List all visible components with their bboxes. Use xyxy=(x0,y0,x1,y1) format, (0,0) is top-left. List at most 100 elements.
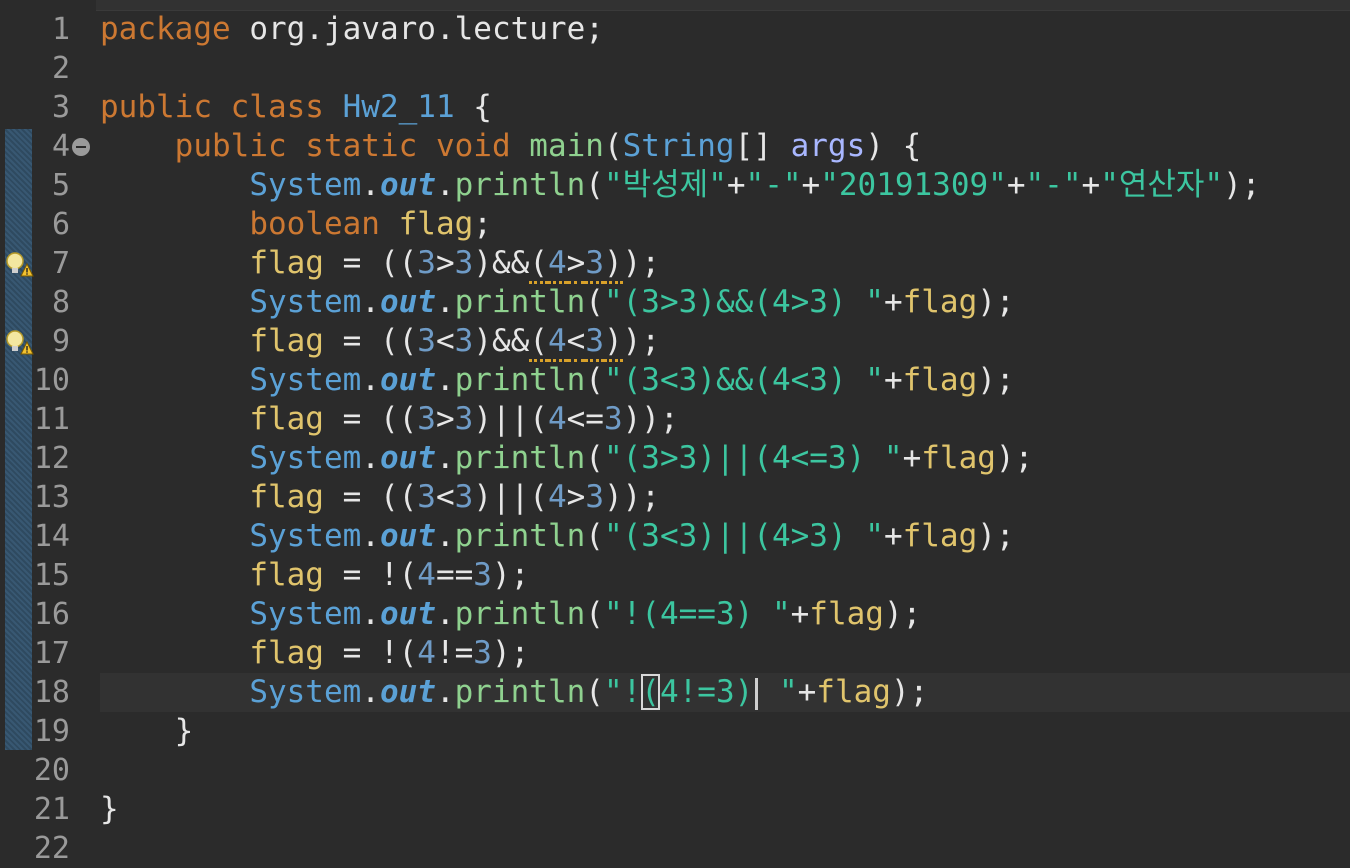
line-number: 12 xyxy=(33,441,70,476)
code-line[interactable]: 13 flag = ((3<3)||(4>3)); xyxy=(0,478,1350,517)
code-token: ( xyxy=(529,245,548,284)
warning-lightbulb-icon[interactable] xyxy=(4,250,34,278)
code-token: . xyxy=(435,596,455,632)
code-text[interactable]: boolean flag; xyxy=(100,205,492,244)
code-line[interactable]: 2 xyxy=(0,49,1350,88)
code-token: main xyxy=(529,128,604,164)
code-editor[interactable]: 1 package org.javaro.lecture; 2 3 public cla… xyxy=(0,0,1350,866)
code-token: flag xyxy=(398,206,474,242)
code-text[interactable]: flag = ((3>3)&&(4>3)); xyxy=(100,244,660,284)
code-token: )&& xyxy=(473,323,530,359)
code-token: ( xyxy=(585,518,604,554)
code-line[interactable]: 5 System.out.println("박성제"+"-"+"20191309… xyxy=(0,166,1350,205)
code-line[interactable]: 17 flag = !(4!=3); xyxy=(0,634,1350,673)
code-text[interactable]: flag = ((3>3)||(4<=3)); xyxy=(100,400,679,439)
code-text[interactable]: System.out.println("!(4==3) "+flag); xyxy=(100,595,921,634)
code-token: . xyxy=(435,167,455,203)
code-token: 4!=3) xyxy=(659,674,754,710)
code-token: org.javaro.lecture; xyxy=(230,11,604,47)
code-token: println xyxy=(454,518,586,554)
text-caret xyxy=(755,677,759,710)
code-token: "-" xyxy=(1025,167,1082,203)
code-line[interactable]: 6 boolean flag; xyxy=(0,205,1350,244)
code-line[interactable]: 18 System.out.println("!(4!=3) "+flag); xyxy=(0,673,1350,712)
collapse-icon[interactable] xyxy=(72,138,90,156)
code-token: )); xyxy=(622,401,679,437)
code-line[interactable]: 22 xyxy=(0,829,1350,868)
line-number: 15 xyxy=(33,558,70,593)
code-text[interactable]: System.out.println("!(4!=3) "+flag); xyxy=(100,673,928,712)
code-line[interactable]: 9 flag = ((3<3)&&(4<3)); xyxy=(0,322,1350,362)
code-token: ( xyxy=(603,128,623,164)
line-number: 19 xyxy=(33,714,70,749)
warning-lightbulb-icon[interactable] xyxy=(4,328,34,356)
code-token: "(3<3)&&(4<3) " xyxy=(603,362,884,398)
code-token: ); xyxy=(491,635,530,671)
code-text[interactable]: flag = !(4==3); xyxy=(100,556,529,595)
code-line[interactable]: 3 public class Hw2_11 { xyxy=(0,88,1350,127)
code-token: + xyxy=(883,362,903,398)
code-text[interactable]: System.out.println("(3>3)&&(4>3) "+flag)… xyxy=(100,283,1014,322)
line-number: 13 xyxy=(33,480,70,515)
code-line[interactable]: 21} xyxy=(0,790,1350,829)
code-text[interactable]: flag = ((3<3)&&(4<3)); xyxy=(100,322,660,362)
code-text[interactable]: public class Hw2_11 { xyxy=(100,88,492,127)
code-token: 3 xyxy=(454,323,474,359)
code-token: = (( xyxy=(323,323,418,359)
line-number: 18 xyxy=(33,675,70,710)
code-text[interactable]: public static void main(String[] args) { xyxy=(100,127,922,166)
code-token: 3 xyxy=(454,245,474,281)
code-token: println xyxy=(454,596,586,632)
code-text[interactable]: System.out.println("(3<3)||(4>3) "+flag)… xyxy=(100,517,1014,556)
code-token: ) xyxy=(604,323,623,362)
code-token: 4 xyxy=(417,557,436,593)
code-line[interactable]: 12 System.out.println("(3>3)||(4<=3) "+f… xyxy=(0,439,1350,478)
code-line[interactable]: 8 System.out.println("(3>3)&&(4>3) "+fla… xyxy=(0,283,1350,322)
code-token: ( xyxy=(585,284,604,320)
code-text[interactable]: } xyxy=(100,712,194,751)
code-token: System xyxy=(249,284,362,320)
code-token: )||( xyxy=(473,401,548,437)
code-token: ; xyxy=(473,206,492,242)
code-line[interactable]: 11 flag = ((3>3)||(4<=3)); xyxy=(0,400,1350,439)
code-token: flag xyxy=(249,635,324,671)
code-text[interactable]: System.out.println("박성제"+"-"+"20191309"+… xyxy=(100,166,1260,205)
code-token: > xyxy=(435,401,455,437)
code-line[interactable]: 10 System.out.println("(3<3)&&(4<3) "+fl… xyxy=(0,361,1350,400)
code-line[interactable]: 4 public static void main(String[] args)… xyxy=(0,127,1350,166)
code-line[interactable]: 20 xyxy=(0,751,1350,790)
code-line[interactable]: 15 flag = !(4==3); xyxy=(0,556,1350,595)
code-token: System xyxy=(249,518,362,554)
code-text[interactable]: package org.javaro.lecture; xyxy=(100,10,604,49)
code-line[interactable]: 7 flag = ((3>3)&&(4>3)); xyxy=(0,244,1350,284)
code-line[interactable]: 1 package org.javaro.lecture; xyxy=(0,10,1350,49)
code-token: } xyxy=(100,713,194,749)
code-token: ); xyxy=(995,440,1034,476)
code-line[interactable]: 16 System.out.println("!(4==3) "+flag); xyxy=(0,595,1350,634)
code-token: "(3>3)||(4<=3) " xyxy=(603,440,903,476)
code-token: Hw2_11 xyxy=(342,89,455,125)
code-token: 3 xyxy=(454,479,474,515)
code-token: + xyxy=(883,518,903,554)
code-token: boolean xyxy=(249,206,399,242)
code-line[interactable]: 14 System.out.println("(3<3)||(4>3) "+fl… xyxy=(0,517,1350,556)
code-token: )); xyxy=(603,479,660,515)
code-token: println xyxy=(454,362,586,398)
code-token: . xyxy=(435,674,455,710)
code-text[interactable]: System.out.println("(3<3)&&(4<3) "+flag)… xyxy=(100,361,1014,400)
code-line[interactable]: 19 } xyxy=(0,712,1350,751)
code-token: flag xyxy=(902,362,978,398)
code-token: . xyxy=(361,674,380,710)
code-token: < xyxy=(566,323,586,362)
code-text[interactable]: flag = !(4!=3); xyxy=(100,634,529,673)
code-token: " xyxy=(760,674,798,710)
code-text[interactable]: System.out.println("(3>3)||(4<=3) "+flag… xyxy=(100,439,1033,478)
code-text[interactable]: } xyxy=(100,790,119,829)
code-token: = (( xyxy=(323,479,418,515)
code-token: ); xyxy=(622,245,660,281)
code-text[interactable]: flag = ((3<3)||(4>3)); xyxy=(100,478,660,517)
